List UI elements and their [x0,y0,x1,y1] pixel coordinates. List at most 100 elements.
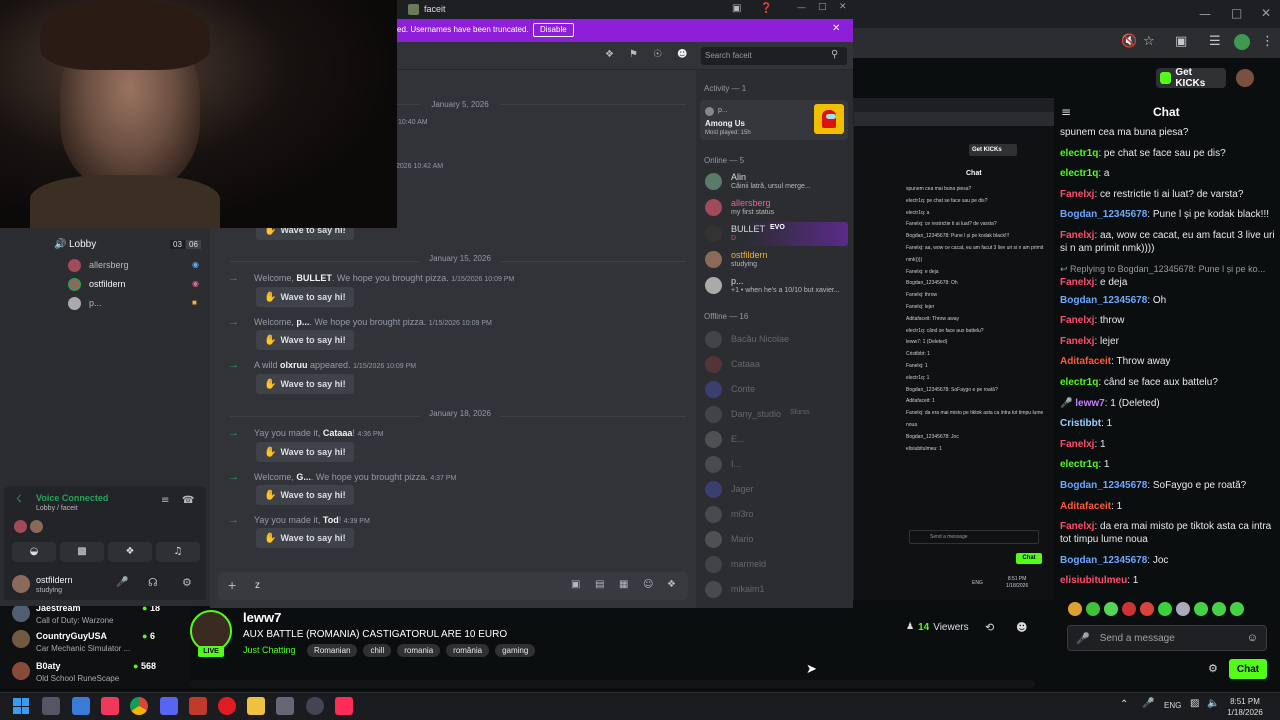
help-icon[interactable]: ❓ [760,3,772,14]
minimize-icon[interactable]: — [1199,7,1211,21]
user-settings-gear-icon[interactable]: ⚙ [182,576,192,589]
category-link[interactable]: Just Chatting [243,645,296,655]
chat-settings-gear-icon[interactable]: ⚙ [1208,662,1218,675]
sticker-icon[interactable]: ▦ [619,579,628,590]
bookmark-star-icon[interactable]: ☆ [1143,34,1155,49]
member-item[interactable]: E... [700,428,848,453]
user-avatar[interactable] [12,575,30,593]
channel-name[interactable]: leww7 [243,610,281,625]
apps-icon[interactable]: ❖ [667,579,676,590]
emote-bar[interactable] [1068,602,1268,618]
task-view-icon[interactable] [42,697,60,715]
wave-button[interactable]: ✋ Wave to say hi! [256,485,354,505]
tag[interactable]: chill [363,644,392,657]
disconnect-icon[interactable]: ☎ [182,495,194,506]
minimize-icon[interactable]: — [797,3,806,13]
emote-icon[interactable] [1230,602,1244,616]
voice-user[interactable]: allersberg ◉ [68,258,204,274]
follow-user-icon[interactable]: ☻ [1016,621,1027,634]
pin-icon[interactable]: ☉ [653,49,662,60]
emote-icon[interactable] [1068,602,1082,616]
member-item[interactable]: I... [700,453,848,478]
media-controls-icon[interactable]: ☰ [1209,34,1221,49]
member-item[interactable]: Mario [700,528,848,553]
send-message-input[interactable]: 🎤 Send a message ☺ [1067,625,1267,651]
browser-menu-icon[interactable]: ⋮ [1261,34,1274,49]
member-item[interactable]: Cataaa [700,353,848,378]
tray-chevron-icon[interactable]: ⌃ [1120,699,1128,710]
app-icon[interactable] [306,697,324,715]
member-item[interactable]: Alin Câinii latră, ursul merge... [700,170,848,194]
member-item[interactable]: ostfildern studying [700,248,848,272]
mic-tray-icon[interactable]: 🎤 [1142,698,1154,709]
signal-icon[interactable]: ☇ [16,494,22,505]
share-icon[interactable]: ⟲ [985,621,994,634]
channel-avatar[interactable] [12,604,30,622]
gift-icon[interactable]: ▣ [571,579,580,590]
mute-tab-icon[interactable]: 🔇 [1121,34,1137,49]
member-item[interactable]: BULLET EVO D [700,222,848,246]
kick-user-avatar[interactable] [1236,69,1254,87]
maximize-icon[interactable]: □ [1231,6,1242,20]
opera-icon[interactable] [218,697,236,715]
noise-suppression-icon[interactable]: ≡ [161,495,169,506]
search-input[interactable]: Search faceit ⚲ [701,47,847,65]
member-item[interactable]: mikaim1 [700,578,848,603]
tag[interactable]: Romanian [307,644,358,657]
settings-icon[interactable] [276,697,294,715]
emote-icon[interactable] [1212,602,1226,616]
activities-icon[interactable]: ❖ [108,542,152,562]
chat-send-button[interactable]: Chat [1229,659,1267,679]
member-item[interactable]: mi3ro [700,503,848,528]
disable-button[interactable]: Disable [533,23,574,37]
wave-button[interactable]: ✋ Wave to say hi! [256,528,354,548]
clock[interactable]: 8:51 PM 1/18/2026 [1226,693,1264,718]
message-composer[interactable]: + z ▣ ▤ ▦ ☺ ❖ [218,572,688,600]
channel-avatar[interactable] [12,662,30,680]
emote-icon[interactable] [1122,602,1136,616]
emote-icon[interactable] [1086,602,1100,616]
inbox-icon[interactable]: ▣ [732,3,741,14]
member-item[interactable]: Jager [700,478,848,503]
collapse-chat-icon[interactable]: ≡ [1061,105,1071,119]
notification-bell-icon[interactable]: ⚑ [629,49,638,60]
member-list-icon[interactable]: ☻ [677,49,687,60]
member-item[interactable]: p... +1 • when he's a 10/10 but xavier..… [700,274,848,298]
close-notice-icon[interactable]: ✕ [832,23,840,34]
voice-user[interactable]: ostfildern ◉ [68,277,204,293]
get-kicks-button[interactable]: Get KICKs [1156,67,1226,89]
member-item[interactable]: Conte [700,378,848,403]
emote-icon[interactable] [1104,602,1118,616]
soundboard-icon[interactable]: ♫ [156,542,200,562]
add-attachment-icon[interactable]: + [228,577,236,593]
volume-icon[interactable]: 🔈 [1207,698,1219,709]
close-icon[interactable]: ✕ [1261,6,1271,20]
gif-icon[interactable]: ▤ [595,579,604,590]
headphones-icon[interactable]: ☊ [148,576,158,589]
extensions-icon[interactable]: ▣ [1175,34,1187,49]
maximize-icon[interactable]: □ [818,2,827,12]
member-item[interactable]: Bacău Nicolae [700,328,848,353]
network-icon[interactable]: ▨ [1190,698,1199,709]
notepad-icon[interactable] [72,697,90,715]
emote-icon[interactable] [1158,602,1172,616]
camera-off-icon[interactable]: ◒ [12,542,56,562]
threads-icon[interactable]: ❖ [605,49,614,60]
voice-channel-lobby[interactable]: 🔊 Lobby 03 06 [54,238,204,254]
member-item[interactable]: marmeld [700,553,848,578]
emote-icon[interactable] [1194,602,1208,616]
screen-share-icon[interactable]: ▩ [60,542,104,562]
tag[interactable]: gaming [495,644,536,657]
wave-button[interactable]: ✋ Wave to say hi! [256,330,354,350]
valorant-icon[interactable] [189,697,207,715]
channel-avatar[interactable] [12,630,30,648]
tag[interactable]: romania [397,644,441,657]
wave-button[interactable]: ✋ Wave to say hi! [256,442,354,462]
emote-icon[interactable] [1176,602,1190,616]
wave-button[interactable]: ✋ Wave to say hi! [256,287,354,307]
emoji-icon[interactable]: ☺ [643,579,653,590]
emote-icon[interactable] [1140,602,1154,616]
file-explorer-icon[interactable] [247,697,265,715]
tiktok-icon[interactable] [335,697,353,715]
language-indicator[interactable]: ENG [1164,701,1181,710]
